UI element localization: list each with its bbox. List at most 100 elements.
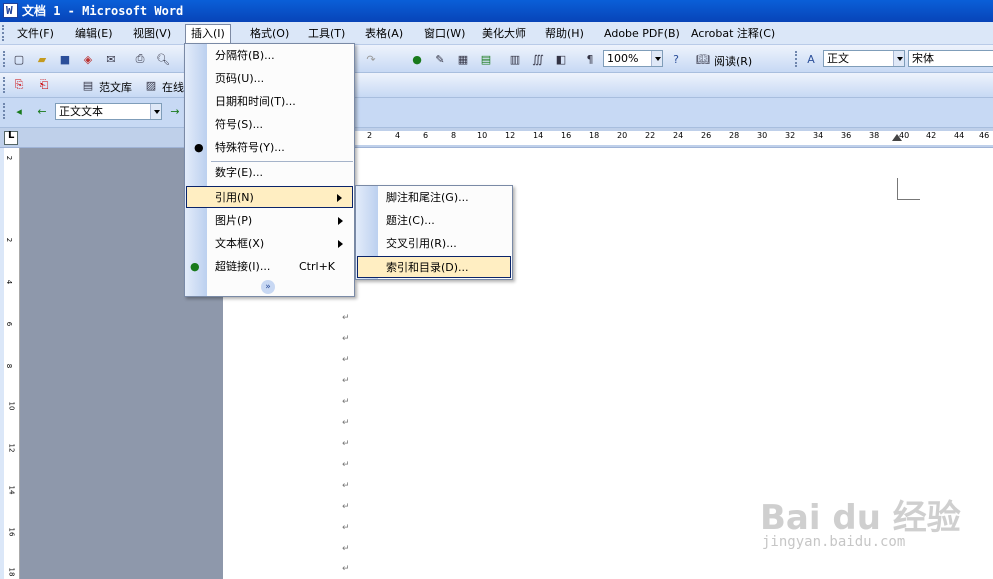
vertical-ruler[interactable]: 2 2 4 6 8 10 12 14 16 18: [4, 148, 20, 579]
formatting-grip[interactable]: [795, 51, 798, 67]
margin-corner-mark: [897, 178, 920, 200]
right-indent-marker[interactable]: [892, 134, 902, 141]
toolbar-grip[interactable]: [3, 77, 6, 93]
nav-style-select[interactable]: 正文文本: [55, 103, 162, 120]
zoom-value: 100%: [607, 52, 639, 65]
chevron-double-down-icon[interactable]: »: [261, 280, 275, 294]
styles-formatting-icon[interactable]: A: [802, 50, 820, 68]
menu-item-hyperlink[interactable]: ● 超链接(I)... Ctrl+K: [186, 256, 353, 278]
font-select[interactable]: 宋体: [908, 50, 993, 67]
document-map-icon[interactable]: ◧: [552, 50, 570, 68]
menu-table[interactable]: 表格(A): [360, 25, 408, 42]
toolbar-grip[interactable]: [3, 51, 6, 67]
ruler-tick: 8: [451, 131, 457, 140]
menu-view[interactable]: 视图(V): [128, 25, 176, 42]
permission-icon[interactable]: ◈: [79, 50, 97, 68]
menu-item-reference[interactable]: 引用(N): [186, 186, 353, 208]
drawing-icon[interactable]: ∭: [529, 50, 547, 68]
paragraph-mark: ↵: [342, 376, 350, 386]
menu-item-label: 数字(E)...: [215, 166, 264, 179]
insert-excel-icon[interactable]: ▤: [477, 50, 495, 68]
online-icon[interactable]: ▨: [142, 76, 160, 94]
paragraph-mark: ↵: [342, 355, 350, 365]
email-icon[interactable]: ✉: [102, 50, 120, 68]
insert-table-icon[interactable]: ▦: [454, 50, 472, 68]
menu-item-number[interactable]: 数字(E)...: [186, 162, 353, 184]
show-hide-icon[interactable]: ¶: [581, 50, 599, 68]
menu-item-date-time[interactable]: 日期和时间(T)...: [186, 91, 353, 113]
menu-item-footnote[interactable]: 脚注和尾注(G)...: [357, 187, 511, 209]
menu-item-label: 脚注和尾注(G)...: [386, 191, 469, 204]
menu-beautify[interactable]: 美化大师: [477, 25, 531, 42]
menu-edit[interactable]: 编辑(E): [70, 25, 118, 42]
menu-item-break[interactable]: 分隔符(B)...: [186, 45, 353, 67]
style-select[interactable]: 正文: [823, 50, 905, 67]
read-mode-icon[interactable]: 📖︎: [694, 50, 712, 68]
templates-label[interactable]: 范文库: [99, 79, 132, 95]
tab-selector[interactable]: [4, 130, 18, 145]
menu-adobe-pdf[interactable]: Adobe PDF(B): [599, 25, 685, 42]
menu-item-label: 引用(N): [215, 191, 254, 204]
toolbar-grip[interactable]: [3, 103, 6, 119]
menu-item-symbol[interactable]: 符号(S)...: [186, 114, 353, 136]
vruler-tick: 16: [7, 527, 16, 537]
menu-item-label: 题注(C)...: [386, 214, 435, 227]
menu-item-index-and-tables[interactable]: 索引和目录(D)...: [357, 256, 511, 278]
menu-item-cross-reference[interactable]: 交叉引用(R)...: [357, 233, 511, 255]
vruler-tick: 10: [7, 401, 16, 411]
menu-item-text-box[interactable]: 文本框(X): [186, 233, 353, 255]
zoom-select[interactable]: 100%: [603, 50, 663, 67]
menu-format[interactable]: 格式(O): [245, 25, 294, 42]
paragraph-mark: ↵: [342, 334, 350, 344]
menu-help[interactable]: 帮助(H): [540, 25, 589, 42]
vruler-tick: 14: [7, 485, 16, 495]
save-icon[interactable]: ■: [56, 50, 74, 68]
read-mode-label[interactable]: 阅读(R): [714, 53, 752, 69]
ruler-tick: 18: [589, 131, 600, 140]
font-value: 宋体: [912, 52, 934, 65]
menu-tools[interactable]: 工具(T): [303, 25, 350, 42]
online-label[interactable]: 在线: [162, 79, 184, 95]
vruler-tick: 2: [5, 155, 14, 161]
word-app-icon[interactable]: [3, 0, 18, 22]
pdf-email-icon[interactable]: ⎗: [35, 76, 53, 94]
menu-item-picture[interactable]: 图片(P): [186, 210, 353, 232]
menu-item-label: 符号(S)...: [215, 118, 264, 131]
chevron-down-icon: [651, 51, 662, 66]
menu-item-label: 索引和目录(D)...: [386, 261, 469, 274]
ruler-tick: 20: [617, 131, 628, 140]
columns-icon[interactable]: ▥: [506, 50, 524, 68]
menu-item-special-symbol[interactable]: ● 特殊符号(Y)...: [186, 137, 353, 159]
previous-icon[interactable]: ←: [33, 102, 51, 120]
redo-icon[interactable]: ↷: [362, 50, 380, 68]
menubar-grip[interactable]: [2, 25, 5, 41]
menu-item-label: 日期和时间(T)...: [215, 95, 296, 108]
ruler-tick: 32: [785, 131, 796, 140]
menu-item-page-numbers[interactable]: 页码(U)...: [186, 68, 353, 90]
new-document-icon[interactable]: ▢: [10, 50, 28, 68]
paragraph-mark: ↵: [342, 544, 350, 554]
tables-borders-icon[interactable]: ✎: [431, 50, 449, 68]
pdf-convert-icon[interactable]: ⎘: [10, 76, 28, 94]
reference-submenu: 脚注和尾注(G)... 题注(C)... 交叉引用(R)... 索引和目录(D)…: [355, 185, 513, 280]
menu-item-label: 分隔符(B)...: [215, 49, 275, 62]
baidu-watermark-url: jingyan.baidu.com: [762, 534, 906, 550]
horizontal-ruler[interactable]: 2 4 6 8 10 12 14 16 18 20 22 24 26 28 30…: [0, 128, 993, 148]
print-preview-icon[interactable]: 🔍︎: [154, 50, 172, 68]
menu-item-label: 文本框(X): [215, 237, 265, 250]
menu-insert[interactable]: 插入(I): [185, 24, 231, 44]
menu-item-shortcut: Ctrl+K: [299, 260, 336, 273]
ruler-tick: 10: [477, 131, 488, 140]
menu-window[interactable]: 窗口(W): [419, 25, 470, 42]
nav-style-value: 正文文本: [59, 105, 103, 118]
print-icon[interactable]: ⎙: [131, 50, 149, 68]
menu-item-caption[interactable]: 题注(C)...: [357, 210, 511, 232]
templates-icon[interactable]: ▤: [79, 76, 97, 94]
hyperlink-icon[interactable]: ●: [408, 50, 426, 68]
menu-file[interactable]: 文件(F): [12, 25, 59, 42]
open-folder-icon[interactable]: ▰: [33, 50, 51, 68]
help-icon[interactable]: ?: [667, 50, 685, 68]
next-icon[interactable]: →: [166, 102, 184, 120]
menu-acrobat-comments[interactable]: Acrobat 注释(C): [686, 25, 780, 42]
back-icon[interactable]: ◂: [10, 102, 28, 120]
